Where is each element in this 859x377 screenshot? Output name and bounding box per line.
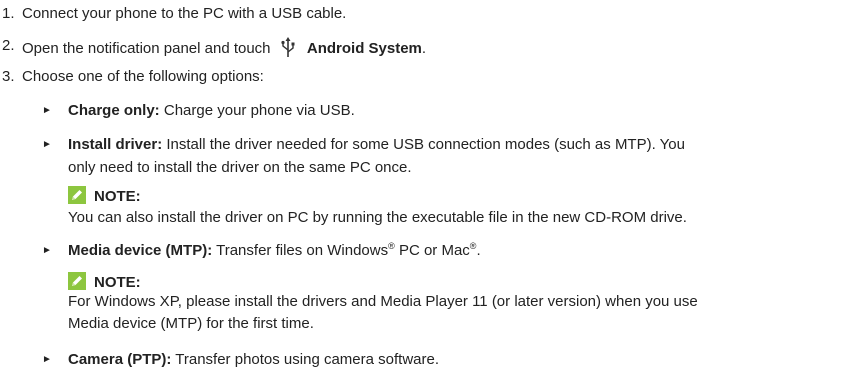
android-system-label: Android System — [306, 40, 422, 57]
bullet-icon: ► — [42, 105, 52, 116]
option-text-continued: only need to install the driver on the s… — [68, 159, 412, 176]
usb-icon — [281, 37, 295, 62]
note-heading: NOTE: — [68, 186, 141, 209]
step-number: 1. — [2, 5, 15, 22]
bullet-icon: ► — [42, 245, 52, 256]
option-text: Transfer photos using camera software. — [175, 351, 439, 368]
option-title: Install driver: — [68, 136, 163, 153]
step-text-prefix: Open the notification panel and touch — [22, 40, 271, 57]
option-title: Media device (MTP): — [68, 242, 213, 259]
bullet-icon: ► — [42, 354, 52, 365]
option-title: Charge only: — [68, 102, 160, 119]
step-number: 3. — [2, 68, 15, 85]
option-text: Install the driver needed for some USB c… — [166, 136, 685, 153]
step-number: 2. — [2, 37, 15, 54]
note-text-continued: Media device (MTP) for the first time. — [68, 315, 314, 332]
pencil-icon — [68, 186, 86, 209]
note-text: You can also install the driver on PC by… — [68, 209, 687, 226]
note-text: For Windows XP, please install the drive… — [68, 293, 698, 310]
note-label: NOTE: — [94, 188, 141, 205]
pencil-icon — [68, 272, 86, 295]
option-title: Camera (PTP): — [68, 351, 172, 368]
step-text: Choose one of the following options: — [22, 68, 264, 85]
option-text: Charge your phone via USB. — [163, 102, 355, 119]
bullet-icon: ► — [42, 139, 52, 150]
note-heading: NOTE: — [68, 272, 141, 295]
step-text: Open the notification panel and touch An… — [22, 37, 426, 62]
step-text: Connect your phone to the PC with a USB … — [22, 5, 347, 22]
note-label: NOTE: — [94, 274, 141, 291]
